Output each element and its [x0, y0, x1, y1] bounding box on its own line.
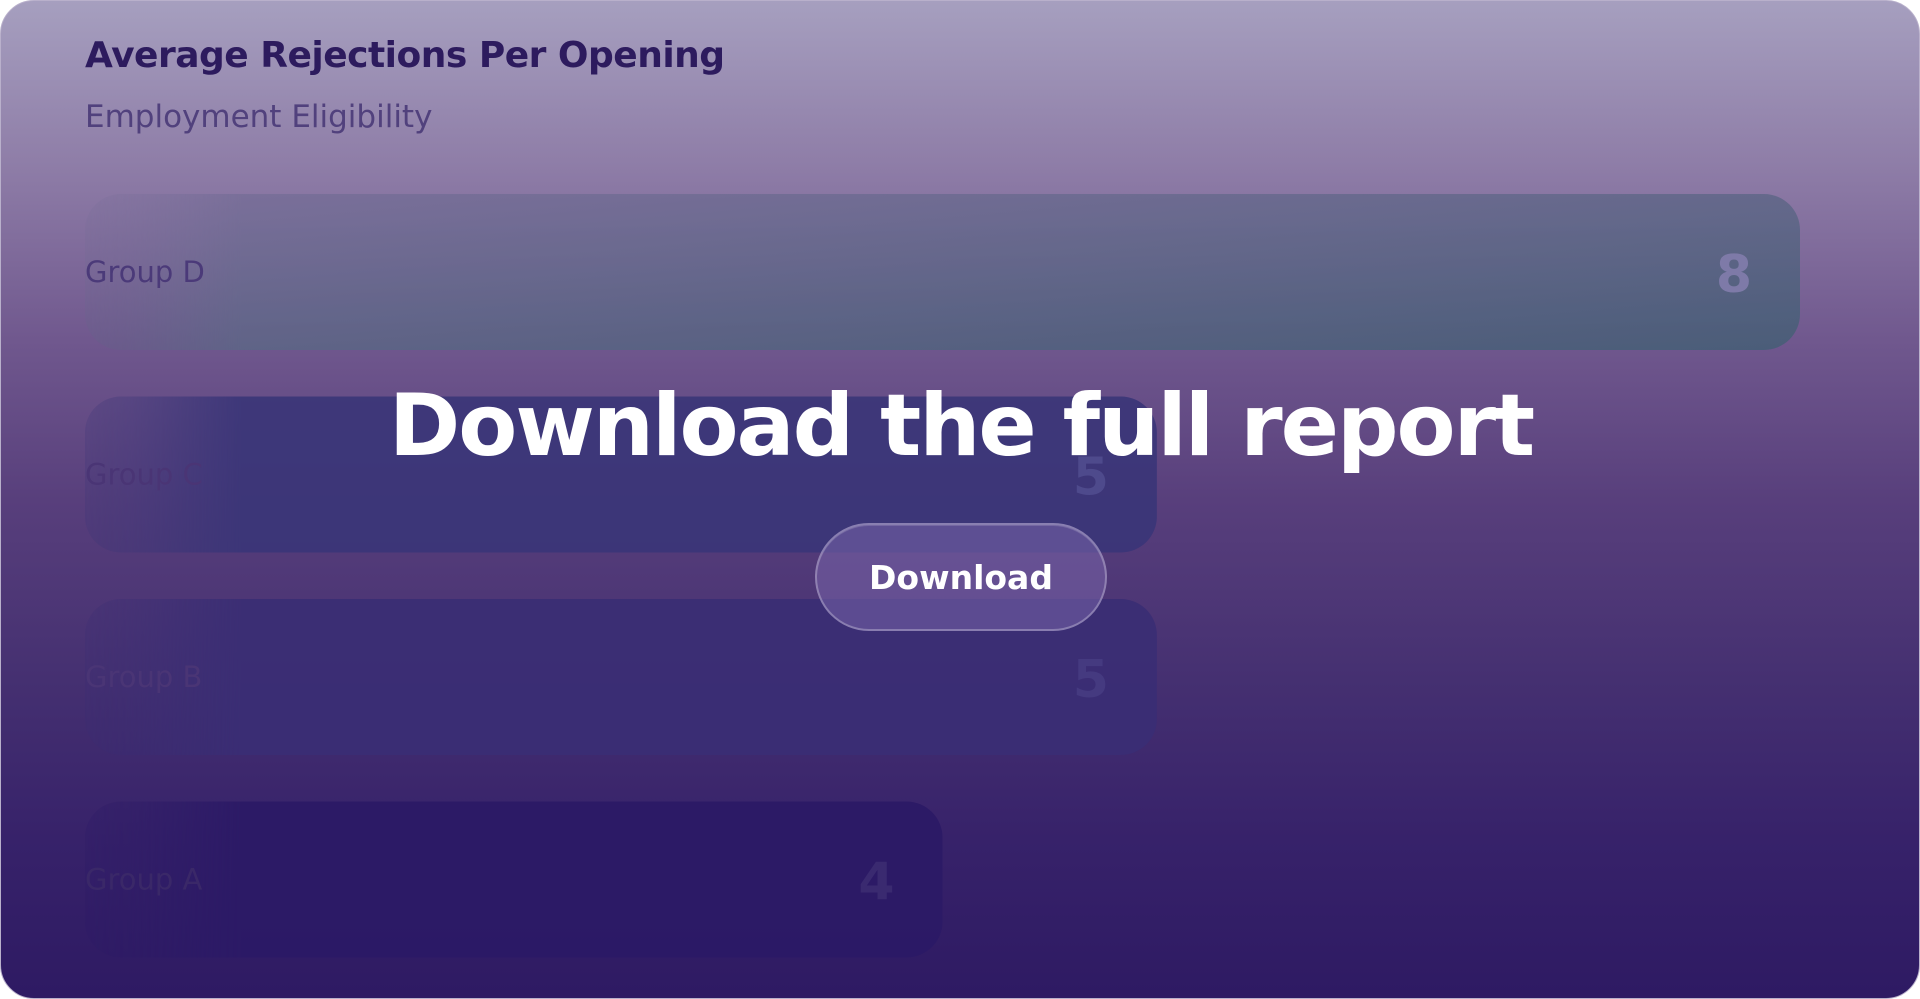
download-button[interactable]: Download: [815, 523, 1107, 631]
bar-chart: Group D 8 Group C 5 Group B 5 Group A 4: [85, 194, 1800, 958]
value-label-group-c: 5: [1073, 448, 1109, 508]
value-label-group-b: 5: [1073, 650, 1109, 710]
report-card: Average Rejections Per Opening Employmen…: [0, 0, 1920, 999]
category-label-group-a: Group A: [85, 863, 203, 897]
bar-group-d: [85, 194, 1800, 350]
value-label-group-d: 8: [1716, 245, 1752, 305]
category-label-group-b: Group B: [85, 660, 202, 694]
category-label-group-c: Group C: [85, 458, 203, 492]
bar-group-a: [85, 801, 943, 958]
value-label-group-a: 4: [858, 853, 894, 913]
category-label-group-d: Group D: [85, 255, 205, 289]
